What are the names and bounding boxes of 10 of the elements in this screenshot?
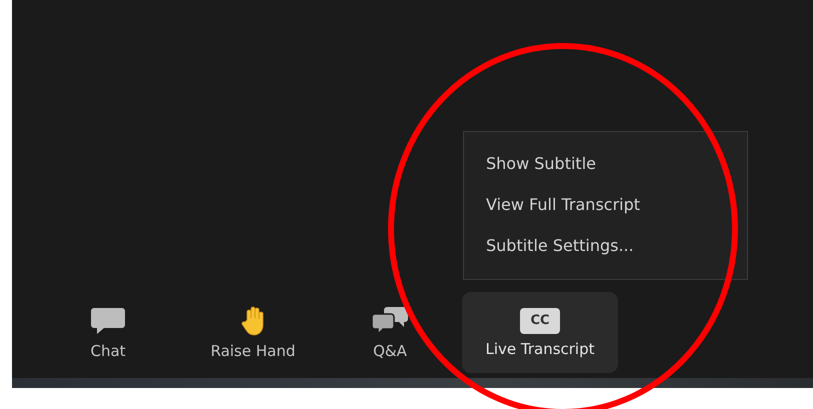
toolbar-button[interactable]: Q&A [350, 292, 430, 373]
menu-item[interactable]: Subtitle Settings... [486, 234, 634, 258]
toolbar-button[interactable]: Raise Hand [188, 292, 318, 373]
toolbar-button[interactable]: Chat [60, 292, 156, 373]
menu-item[interactable]: View Full Transcript [486, 193, 640, 217]
speech-bubbles-icon [371, 306, 409, 336]
chat-bubble-icon [90, 306, 126, 336]
toolbar-button[interactable]: CC Live Transcript [462, 292, 618, 373]
menu-item[interactable]: Show Subtitle [486, 152, 596, 176]
closed-captions-icon: CC [520, 308, 560, 334]
